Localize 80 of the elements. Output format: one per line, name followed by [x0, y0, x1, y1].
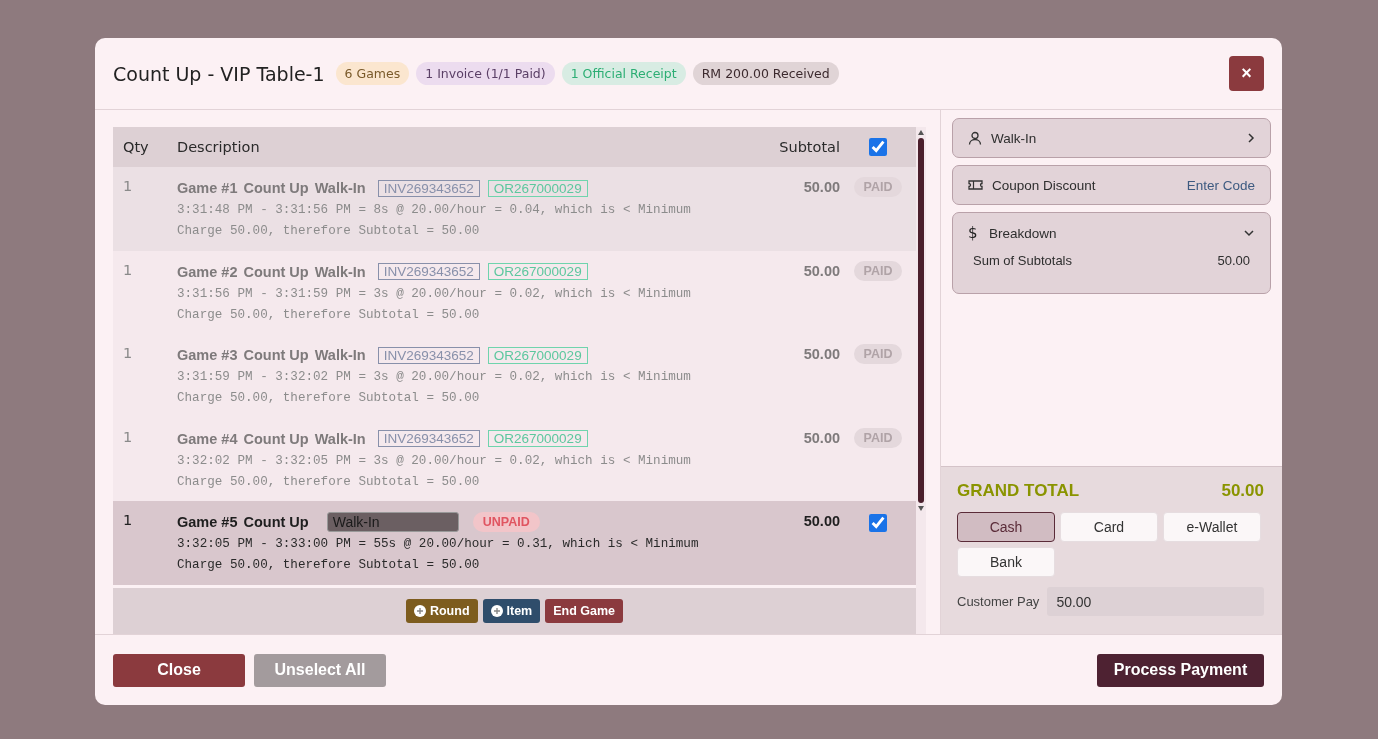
- subtotal-cell-text: 50.00: [802, 428, 840, 446]
- status-badge: UNPAID: [472, 512, 540, 532]
- breakdown-label: Sum of Subtotals: [973, 253, 1072, 268]
- customer-pay-field[interactable]: 50.00: [1047, 587, 1264, 616]
- customer-name: Walk-In: [314, 430, 366, 447]
- customer-name: Walk-In: [314, 347, 366, 363]
- game-name: Game #4: [177, 430, 238, 447]
- payment-method-button[interactable]: Bank: [957, 547, 1055, 577]
- invoice-tag: INV269343652: [377, 179, 480, 197]
- qty-cell-text: 1: [122, 511, 134, 528]
- payment-method-button[interactable]: Card: [1060, 512, 1158, 542]
- payment-method-button[interactable]: Cash: [957, 512, 1055, 542]
- chevron-down-icon[interactable]: [1243, 229, 1255, 237]
- customer-name: Walk-In: [314, 263, 366, 280]
- summary-badge: 1 Official Receipt: [561, 62, 686, 85]
- receipt-tag: OR267000029: [487, 179, 588, 197]
- qty-cell-text: 1: [122, 344, 134, 361]
- qty-cell-text: 1: [122, 260, 134, 278]
- subtotal-cell-text: 50.00: [802, 261, 840, 279]
- charge-detail: 3:31:48 PM - 3:31:56 PM = 8s @ 20.00/hour = 0.04, which is < Minimum Charge 50.00, therefore Subtotal = 50.00: [177, 202, 692, 240]
- grand-total-value: 50.00: [1221, 481, 1264, 501]
- column-header: Subtotal: [778, 139, 840, 155]
- charge-detail: 3:32:02 PM - 3:32:05 PM = 3s @ 20.00/hour = 0.02, which is < Minimum Charge 50.00, therefore Subtotal = 50.00: [177, 452, 692, 491]
- scroll-up-icon[interactable]: [918, 130, 924, 135]
- subtotal-cell-text: 50.00: [802, 512, 840, 529]
- breakdown-title: Breakdown: [989, 225, 1058, 241]
- column-header: Description: [177, 139, 261, 155]
- row-checkbox[interactable]: [869, 514, 887, 532]
- column-header: Qty: [122, 139, 150, 155]
- game-mode: Count Up: [243, 263, 309, 280]
- game-name: Game #5: [177, 514, 238, 530]
- enter-code-link[interactable]: Enter Code: [1186, 177, 1255, 193]
- action-button[interactable]: Item: [482, 598, 541, 623]
- chevron-right-icon: [1247, 132, 1255, 144]
- customer-name: Walk-In: [314, 180, 366, 196]
- summary-badge: 6 Games: [335, 62, 410, 85]
- breakdown-value: 50.00: [1217, 253, 1250, 268]
- invoice-tag: INV269343652: [377, 346, 480, 364]
- receipt-tag: OR267000029: [487, 263, 588, 280]
- game-name: Game #3: [177, 347, 238, 363]
- process-payment-button[interactable]: Process Payment: [1097, 653, 1264, 687]
- game-mode: Count Up: [243, 347, 309, 363]
- charge-detail: 3:32:05 PM - 3:33:00 PM = 55s @ 20.00/hour = 0.31, which is < Minimum Charge 50.00, therefore Subtotal = 50.00: [177, 536, 700, 574]
- footer-button[interactable]: Close: [113, 653, 245, 687]
- qty-cell-text: 1: [122, 427, 134, 445]
- customer-label: Walk-In: [991, 130, 1038, 146]
- charge-detail: 3:31:59 PM - 3:32:02 PM = 3s @ 20.00/hour = 0.02, which is < Minimum Charge 50.00, therefore Subtotal = 50.00: [177, 369, 692, 407]
- action-button[interactable]: End Game: [545, 598, 624, 623]
- plus-circle-icon: [490, 604, 503, 617]
- scrollbar[interactable]: [916, 127, 926, 635]
- customer-pay-label: Customer Pay: [957, 594, 1040, 609]
- action-button[interactable]: Round: [405, 598, 478, 623]
- grand-total-label: GRAND TOTAL: [957, 481, 1080, 501]
- qty-cell-text: 1: [122, 177, 134, 194]
- ticket-icon: [968, 179, 983, 191]
- user-icon: [968, 131, 982, 145]
- game-name: Game #1: [177, 180, 238, 196]
- dialog-title: Count Up - VIP Table-1: [113, 62, 325, 85]
- subtotal-cell-text: 50.00: [802, 178, 840, 195]
- summary-badge: 1 Invoice (1/1 Paid): [416, 62, 555, 85]
- invoice-tag: INV269343652: [377, 430, 480, 447]
- subtotal-cell-text: 50.00: [802, 345, 840, 362]
- game-mode: Count Up: [243, 430, 309, 447]
- close-button[interactable]: ×: [1229, 56, 1264, 91]
- invoice-tag: INV269343652: [377, 263, 480, 280]
- dollar-icon: $: [968, 224, 980, 242]
- game-name: Game #2: [177, 263, 238, 280]
- select-all-checkbox[interactable]: [869, 138, 887, 156]
- game-row[interactable]: 1 Game #5 Count Up Walk-In UNPAID 3:32:05 PM - 3:33:00 PM = 55s @ 20.00/hour = 0.31, which is < Minimum Charge 50.00, therefore Subtotal = 50.00 50.00: [113, 501, 916, 585]
- game-mode: Count Up: [243, 514, 309, 530]
- charge-detail: 3:31:56 PM - 3:31:59 PM = 3s @ 20.00/hour = 0.02, which is < Minimum Charge 50.00, therefore Subtotal = 50.00: [177, 285, 692, 324]
- scroll-down-icon[interactable]: [918, 506, 924, 511]
- summary-badge: RM 200.00 Received: [692, 62, 839, 85]
- plus-circle-icon: [413, 604, 426, 617]
- customer-selector[interactable]: Walk-In: [952, 118, 1271, 158]
- payment-method-button[interactable]: e-Wallet: [1163, 512, 1261, 542]
- coupon-label: Coupon Discount: [992, 177, 1097, 193]
- receipt-tag: OR267000029: [487, 346, 588, 364]
- game-mode: Count Up: [243, 180, 309, 196]
- receipt-tag: OR267000029: [487, 430, 588, 447]
